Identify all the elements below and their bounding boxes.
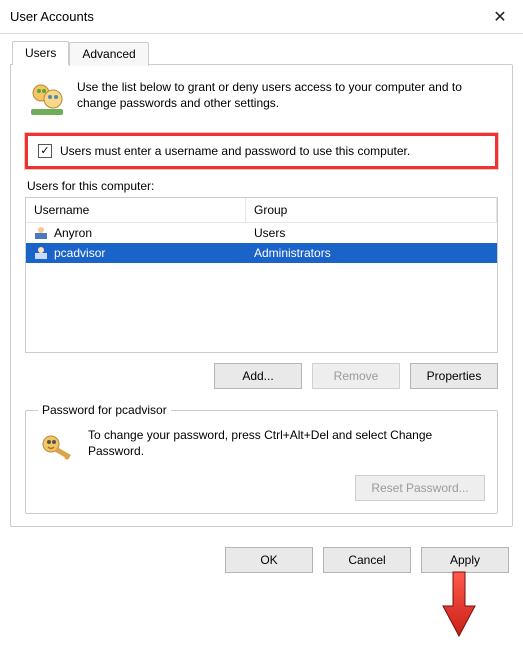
key-icon — [38, 427, 78, 467]
apply-button[interactable]: Apply — [421, 547, 509, 573]
require-login-checkbox[interactable]: ✓ — [38, 144, 52, 158]
column-header-username[interactable]: Username — [26, 198, 246, 222]
cell-username: pcadvisor — [54, 246, 105, 260]
require-login-row: ✓ Users must enter a username and passwo… — [25, 133, 498, 169]
reset-password-button[interactable]: Reset Password... — [355, 475, 485, 501]
password-groupbox: Password for pcadvisor To change your pa… — [25, 403, 498, 514]
ok-button[interactable]: OK — [225, 547, 313, 573]
properties-button[interactable]: Properties — [410, 363, 498, 389]
table-row[interactable]: Anyron Users — [26, 223, 497, 243]
users-list-header: Username Group — [26, 198, 497, 223]
tab-advanced[interactable]: Advanced — [69, 42, 148, 66]
intro-row: Use the list below to grant or deny user… — [25, 75, 498, 129]
tab-panel-users: Use the list below to grant or deny user… — [10, 64, 513, 527]
cell-username: Anyron — [54, 226, 92, 240]
users-icon — [27, 79, 67, 119]
cell-group: Users — [254, 226, 285, 240]
require-login-label: Users must enter a username and password… — [60, 144, 410, 158]
users-listbox[interactable]: Username Group Anyron Users — [25, 197, 498, 353]
cancel-button[interactable]: Cancel — [323, 547, 411, 573]
close-icon[interactable]: ✕ — [487, 7, 513, 27]
password-help-text: To change your password, press Ctrl+Alt+… — [88, 427, 485, 459]
column-header-group[interactable]: Group — [246, 198, 497, 222]
users-list-label: Users for this computer: — [27, 179, 498, 193]
tab-container: Users Advanced Use the list below to gra… — [10, 40, 513, 527]
table-row[interactable]: pcadvisor Administrators — [26, 243, 497, 263]
window-title: User Accounts — [10, 9, 94, 24]
password-group-legend: Password for pcadvisor — [38, 403, 171, 417]
users-buttons: Add... Remove Properties — [25, 363, 498, 389]
title-bar: User Accounts ✕ — [0, 0, 523, 34]
user-icon — [34, 226, 48, 240]
dialog-buttons: OK Cancel Apply — [0, 537, 523, 583]
user-icon — [34, 246, 48, 260]
remove-button[interactable]: Remove — [312, 363, 400, 389]
add-button[interactable]: Add... — [214, 363, 302, 389]
cell-group: Administrators — [254, 246, 331, 260]
intro-text: Use the list below to grant or deny user… — [77, 79, 496, 111]
tab-users[interactable]: Users — [12, 41, 69, 65]
